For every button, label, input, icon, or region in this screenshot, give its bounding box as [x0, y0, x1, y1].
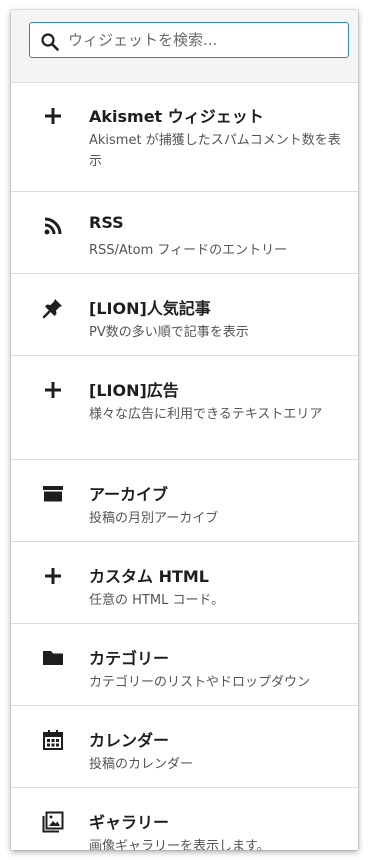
widget-title: カスタム HTML: [89, 567, 209, 586]
widget-title: アーカイブ: [89, 485, 169, 504]
widget-description: 様々な広告に利用できるテキストエリア: [89, 407, 323, 422]
widget-description: Akismet が捕獲したスパムコメント数を表示: [89, 133, 341, 169]
search-input[interactable]: [68, 27, 338, 53]
widget-item-akismet[interactable]: Akismet ウィジェット Akismet が捕獲したスパムコメント数を表示: [11, 82, 358, 192]
widget-description: カテゴリーのリストやドロップダウン: [89, 675, 311, 690]
widget-title: [LION]広告: [89, 381, 179, 400]
widget-description: 任意の HTML コード。: [89, 593, 225, 608]
widget-item-categories[interactable]: カテゴリー カテゴリーのリストやドロップダウン: [11, 624, 358, 706]
widget-description: 画像ギャラリーを表示します。: [89, 839, 270, 850]
calendar-icon: [41, 728, 65, 752]
search-icon: [41, 33, 59, 51]
widget-description: 投稿のカレンダー: [89, 757, 194, 772]
widget-item-calendar[interactable]: カレンダー 投稿のカレンダー: [11, 706, 358, 788]
pin-icon: [41, 296, 65, 320]
search-box[interactable]: [29, 22, 349, 58]
widget-item-lion-ad[interactable]: [LION]広告 様々な広告に利用できるテキストエリア: [11, 356, 358, 460]
widget-title: [LION]人気記事: [89, 299, 211, 318]
plus-icon: [41, 378, 65, 402]
widget-description: RSS/Atom フィードのエントリー: [89, 243, 288, 258]
widget-item-rss[interactable]: RSS RSS/Atom フィードのエントリー: [11, 192, 358, 274]
widget-title: カテゴリー: [89, 649, 170, 668]
widget-title: カレンダー: [89, 731, 170, 750]
widget-title: ギャラリー: [89, 813, 170, 832]
widget-item-lion-popular[interactable]: [LION]人気記事 PV数の多い順で記事を表示: [11, 274, 358, 356]
widget-description: PV数の多い順で記事を表示: [89, 325, 249, 340]
widget-description: 投稿の月別アーカイブ: [89, 511, 219, 526]
widget-title: Akismet ウィジェット: [89, 107, 264, 126]
widget-item-gallery[interactable]: ギャラリー 画像ギャラリーを表示します。: [11, 788, 358, 850]
archive-icon: [41, 482, 65, 506]
widget-list: Akismet ウィジェット Akismet が捕獲したスパムコメント数を表示 …: [11, 82, 358, 850]
widget-item-custom-html[interactable]: カスタム HTML 任意の HTML コード。: [11, 542, 358, 624]
widget-title: RSS: [89, 213, 124, 232]
gallery-icon: [41, 810, 65, 834]
folder-icon: [41, 646, 65, 670]
search-bar: [11, 10, 358, 83]
rss-icon: [41, 214, 65, 238]
widget-item-archives[interactable]: アーカイブ 投稿の月別アーカイブ: [11, 460, 358, 542]
plus-icon: [41, 104, 65, 128]
plus-icon: [41, 564, 65, 588]
widget-chooser-panel: Akismet ウィジェット Akismet が捕獲したスパムコメント数を表示 …: [11, 10, 358, 850]
